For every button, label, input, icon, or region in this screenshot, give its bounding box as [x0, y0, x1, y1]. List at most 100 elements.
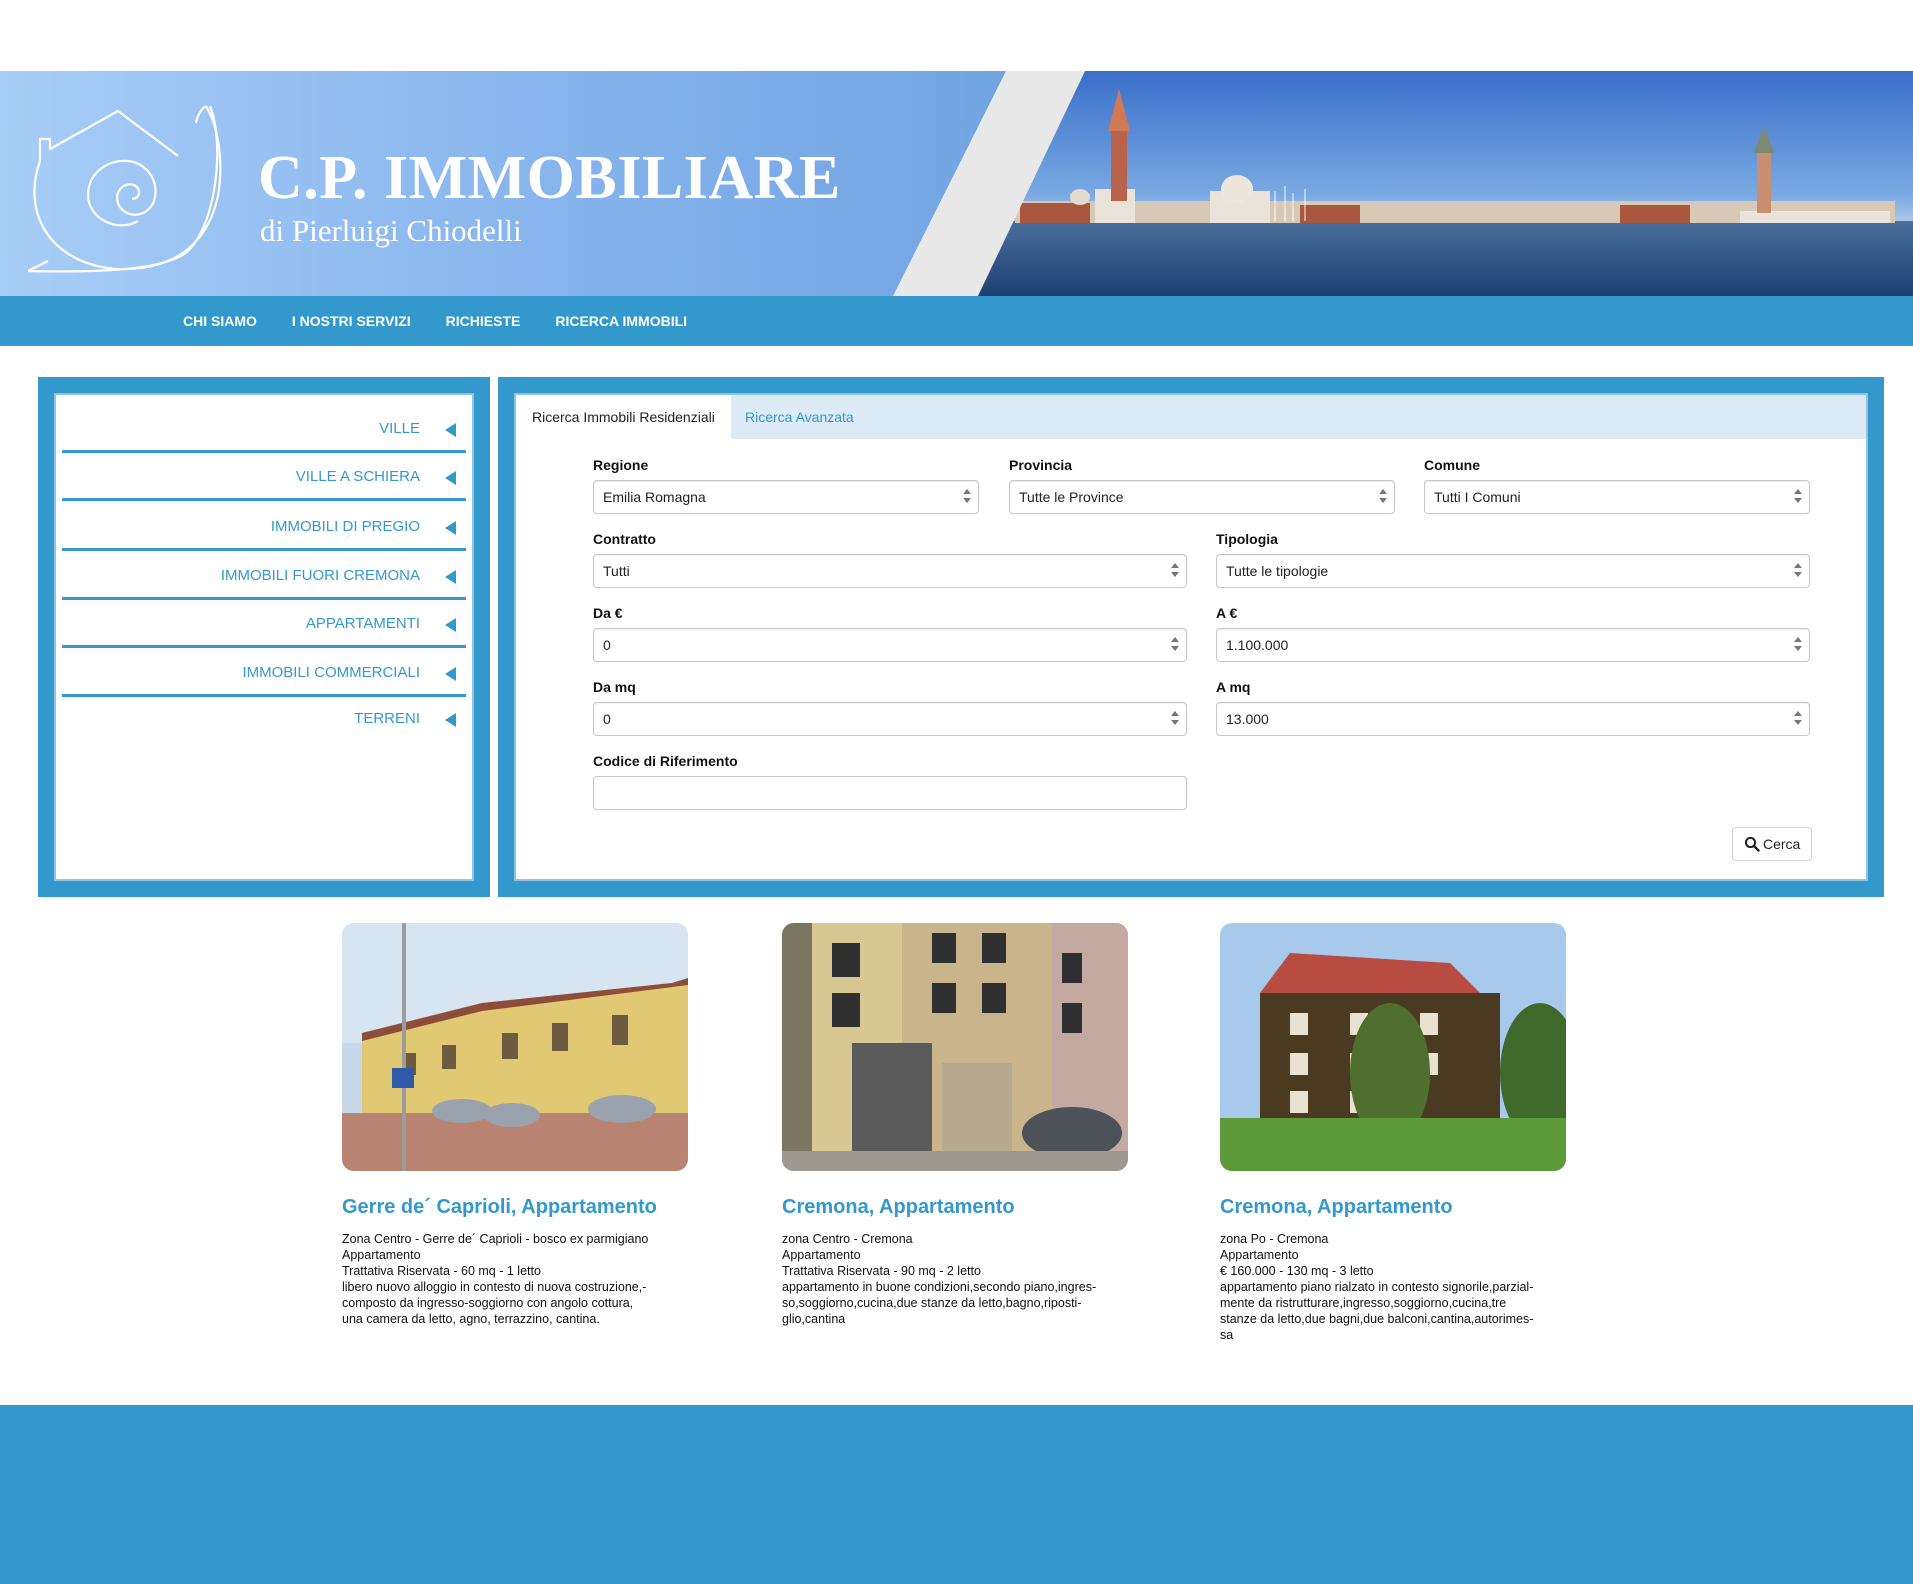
provincia-value: Tutte le Province [1019, 489, 1124, 505]
sidebar-item-label: IMMOBILI COMMERCIALI [242, 664, 420, 681]
sidebar-item-appartamenti[interactable]: APPARTAMENTI [62, 600, 466, 648]
triangle-left-icon [445, 667, 456, 681]
listing-card: Cremona, Appartamento zona Centro - Crem… [782, 923, 1132, 1327]
select-updown-icon [1794, 563, 1802, 579]
listing-text-line: appartamento piano rialzato in contesto … [1220, 1280, 1534, 1294]
a-euro-label: A € [1216, 605, 1238, 621]
contratto-select[interactable]: Tutti [593, 554, 1187, 588]
select-updown-icon [1379, 489, 1387, 505]
codice-label: Codice di Riferimento [593, 753, 738, 769]
listing-card: Cremona, Appartamento zona Po - Cremona … [1220, 923, 1570, 1343]
listing-title[interactable]: Cremona, Appartamento [1220, 1196, 1570, 1219]
search-tabs: Ricerca Immobili Residenziali Ricerca Av… [516, 395, 1866, 439]
tab-ricerca-residenziali[interactable]: Ricerca Immobili Residenziali [516, 395, 731, 439]
listing-price: Trattativa Riservata - 60 mq - 1 letto [342, 1264, 541, 1278]
triangle-left-icon [445, 471, 456, 485]
category-sidebar: VILLE VILLE A SCHIERA IMMOBILI DI PREGIO… [38, 377, 490, 897]
listing-price: Trattativa Riservata - 90 mq - 2 letto [782, 1264, 981, 1278]
listing-photo[interactable] [1220, 923, 1566, 1171]
brand-subtitle: di Pierluigi Chiodelli [260, 213, 522, 248]
sidebar-item-immobili-fuori-cremona[interactable]: IMMOBILI FUORI CREMONA [62, 552, 466, 600]
listing-description: zona Po - Cremona Appartamento € 160.000… [1220, 1231, 1550, 1343]
sidebar-item-label: VILLE A SCHIERA [295, 468, 420, 485]
listing-photo[interactable] [342, 923, 688, 1171]
sidebar-item-immobili-commerciali[interactable]: IMMOBILI COMMERCIALI [62, 649, 466, 697]
da-euro-value: 0 [603, 637, 611, 653]
listing-text-line: mente da ristrutturare,ingresso,soggiorn… [1220, 1296, 1507, 1310]
select-updown-icon [1171, 563, 1179, 579]
cerca-button[interactable]: Cerca [1732, 827, 1812, 861]
sidebar-item-immobili-di-pregio[interactable]: IMMOBILI DI PREGIO [62, 503, 466, 551]
comune-select[interactable]: Tutti I Comuni [1424, 480, 1810, 514]
da-mq-value: 0 [603, 711, 611, 727]
sidebar-item-ville-a-schiera[interactable]: VILLE A SCHIERA [62, 453, 466, 501]
regione-label: Regione [593, 457, 649, 473]
search-form: Ricerca Immobili Residenziali Ricerca Av… [514, 393, 1868, 881]
nav-i-nostri-servizi[interactable]: I NOSTRI SERVIZI [292, 313, 411, 329]
codice-riferimento-input[interactable] [593, 776, 1187, 810]
da-euro-select[interactable]: 0 [593, 628, 1187, 662]
sidebar-item-label: APPARTAMENTI [305, 615, 420, 632]
select-updown-icon [1794, 489, 1802, 505]
listing-zone: zona Centro - Cremona [782, 1232, 913, 1246]
a-mq-label: A mq [1216, 679, 1251, 695]
sidebar-item-label: VILLE [379, 420, 420, 437]
select-updown-icon [963, 489, 971, 505]
sidebar-item-ville[interactable]: VILLE [62, 405, 466, 453]
category-list: VILLE VILLE A SCHIERA IMMOBILI DI PREGIO… [54, 393, 474, 881]
sidebar-item-label: IMMOBILI FUORI CREMONA [220, 567, 420, 584]
listing-text-line: stanze da letto,due bagni,due balconi,ca… [1220, 1312, 1534, 1326]
main-navigation: CHI SIAMO I NOSTRI SERVIZI RICHIESTE RIC… [0, 296, 1913, 346]
contratto-label: Contratto [593, 531, 656, 547]
tipologia-select[interactable]: Tutte le tipologie [1216, 554, 1810, 588]
tipologia-value: Tutte le tipologie [1226, 563, 1329, 579]
listing-price: € 160.000 - 130 mq - 3 letto [1220, 1264, 1374, 1278]
nav-chi-siamo[interactable]: CHI SIAMO [183, 313, 257, 329]
triangle-left-icon [445, 570, 456, 584]
sidebar-item-terreni[interactable]: TERRENI [62, 695, 466, 743]
listing-zone: Zona Centro - Gerre de´ Caprioli - bosco… [342, 1232, 649, 1246]
listing-description: Zona Centro - Gerre de´ Caprioli - bosco… [342, 1231, 672, 1327]
listing-title[interactable]: Cremona, Appartamento [782, 1196, 1132, 1219]
triangle-left-icon [445, 423, 456, 437]
tipologia-label: Tipologia [1216, 531, 1278, 547]
listing-type: Appartamento [782, 1248, 861, 1262]
listing-text-line: so,soggiorno,cucina,due stanze da letto,… [782, 1296, 1082, 1310]
select-updown-icon [1794, 711, 1802, 727]
site-footer [0, 1405, 1913, 1584]
a-euro-select[interactable]: 1.100.000 [1216, 628, 1810, 662]
comune-label: Comune [1424, 457, 1480, 473]
listing-text-line: appartamento in buone condizioni,secondo… [782, 1280, 1097, 1294]
da-euro-label: Da € [593, 605, 623, 621]
sidebar-item-label: TERRENI [354, 710, 420, 727]
listing-description: zona Centro - Cremona Appartamento Tratt… [782, 1231, 1112, 1327]
triangle-left-icon [445, 521, 456, 535]
listing-text-line: sa [1220, 1328, 1234, 1342]
triangle-left-icon [445, 618, 456, 632]
select-updown-icon [1794, 637, 1802, 653]
tab-ricerca-avanzata[interactable]: Ricerca Avanzata [729, 395, 870, 439]
provincia-label: Provincia [1009, 457, 1073, 473]
regione-select[interactable]: Emilia Romagna [593, 480, 979, 514]
triangle-left-icon [445, 713, 456, 727]
comune-value: Tutti I Comuni [1434, 489, 1521, 505]
listing-type: Appartamento [1220, 1248, 1299, 1262]
cerca-label: Cerca [1763, 836, 1801, 852]
listing-text-line: una camera da letto, agno, terrazzino, c… [342, 1312, 600, 1326]
listing-title[interactable]: Gerre de´ Caprioli, Appartamento [342, 1196, 692, 1219]
nav-ricerca-immobili[interactable]: RICERCA IMMOBILI [555, 313, 687, 329]
sidebar-item-label: IMMOBILI DI PREGIO [270, 518, 420, 535]
provincia-select[interactable]: Tutte le Province [1009, 480, 1395, 514]
listing-photo[interactable] [782, 923, 1128, 1171]
nav-richieste[interactable]: RICHIESTE [446, 313, 521, 329]
listing-text-line: libero nuovo alloggio in contesto di nuo… [342, 1280, 647, 1294]
select-updown-icon [1171, 711, 1179, 727]
site-header: C.P. IMMOBILIARE di Pierluigi Chiodelli [0, 71, 1913, 296]
regione-value: Emilia Romagna [603, 489, 706, 505]
a-mq-value: 13.000 [1226, 711, 1269, 727]
listing-card: Gerre de´ Caprioli, Appartamento Zona Ce… [342, 923, 692, 1327]
da-mq-select[interactable]: 0 [593, 702, 1187, 736]
listing-zone: zona Po - Cremona [1220, 1232, 1329, 1246]
a-mq-select[interactable]: 13.000 [1216, 702, 1810, 736]
listing-type: Appartamento [342, 1248, 421, 1262]
